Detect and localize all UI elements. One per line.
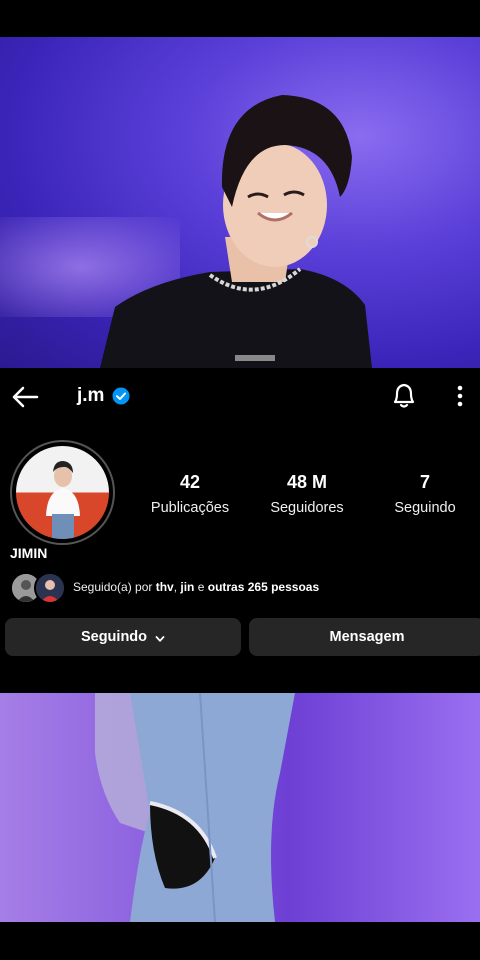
- followers-count: 48 M: [286, 472, 328, 492]
- stat-posts[interactable]: 42 Publicações: [135, 470, 245, 519]
- followed-by-text: Seguido(a) por thv, jin e outras 265 pes…: [73, 580, 320, 594]
- posts-label: Publicações: [150, 500, 230, 516]
- following-count: 7: [419, 472, 430, 492]
- followers-label: Seguidores: [270, 500, 344, 516]
- chevron-down-icon: [155, 632, 165, 642]
- more-options-icon[interactable]: [453, 382, 467, 410]
- following-button[interactable]: Seguindo: [5, 618, 241, 656]
- posts-count: 42: [179, 472, 201, 492]
- stat-followers[interactable]: 48 M Seguidores: [252, 470, 362, 519]
- display-name: JIMIN: [10, 545, 48, 561]
- top-photo: [0, 37, 480, 368]
- bell-icon[interactable]: [390, 380, 418, 410]
- verified-badge-icon: [112, 387, 130, 405]
- profile-avatar[interactable]: [10, 440, 115, 545]
- back-arrow-icon[interactable]: [10, 382, 40, 412]
- bottom-photo: [0, 693, 480, 922]
- message-button[interactable]: Mensagem: [249, 618, 480, 656]
- following-label: Seguindo: [394, 500, 456, 516]
- stat-following[interactable]: 7 Seguindo: [370, 470, 480, 519]
- profile-header: j.m: [0, 368, 480, 426]
- followed-by-row[interactable]: Seguido(a) por thv, jin e outras 265 pes…: [10, 572, 480, 604]
- following-button-label: Seguindo: [80, 629, 148, 645]
- username: j.m: [77, 385, 105, 406]
- follower-avatar: [34, 572, 66, 604]
- message-button-label: Mensagem: [329, 629, 405, 645]
